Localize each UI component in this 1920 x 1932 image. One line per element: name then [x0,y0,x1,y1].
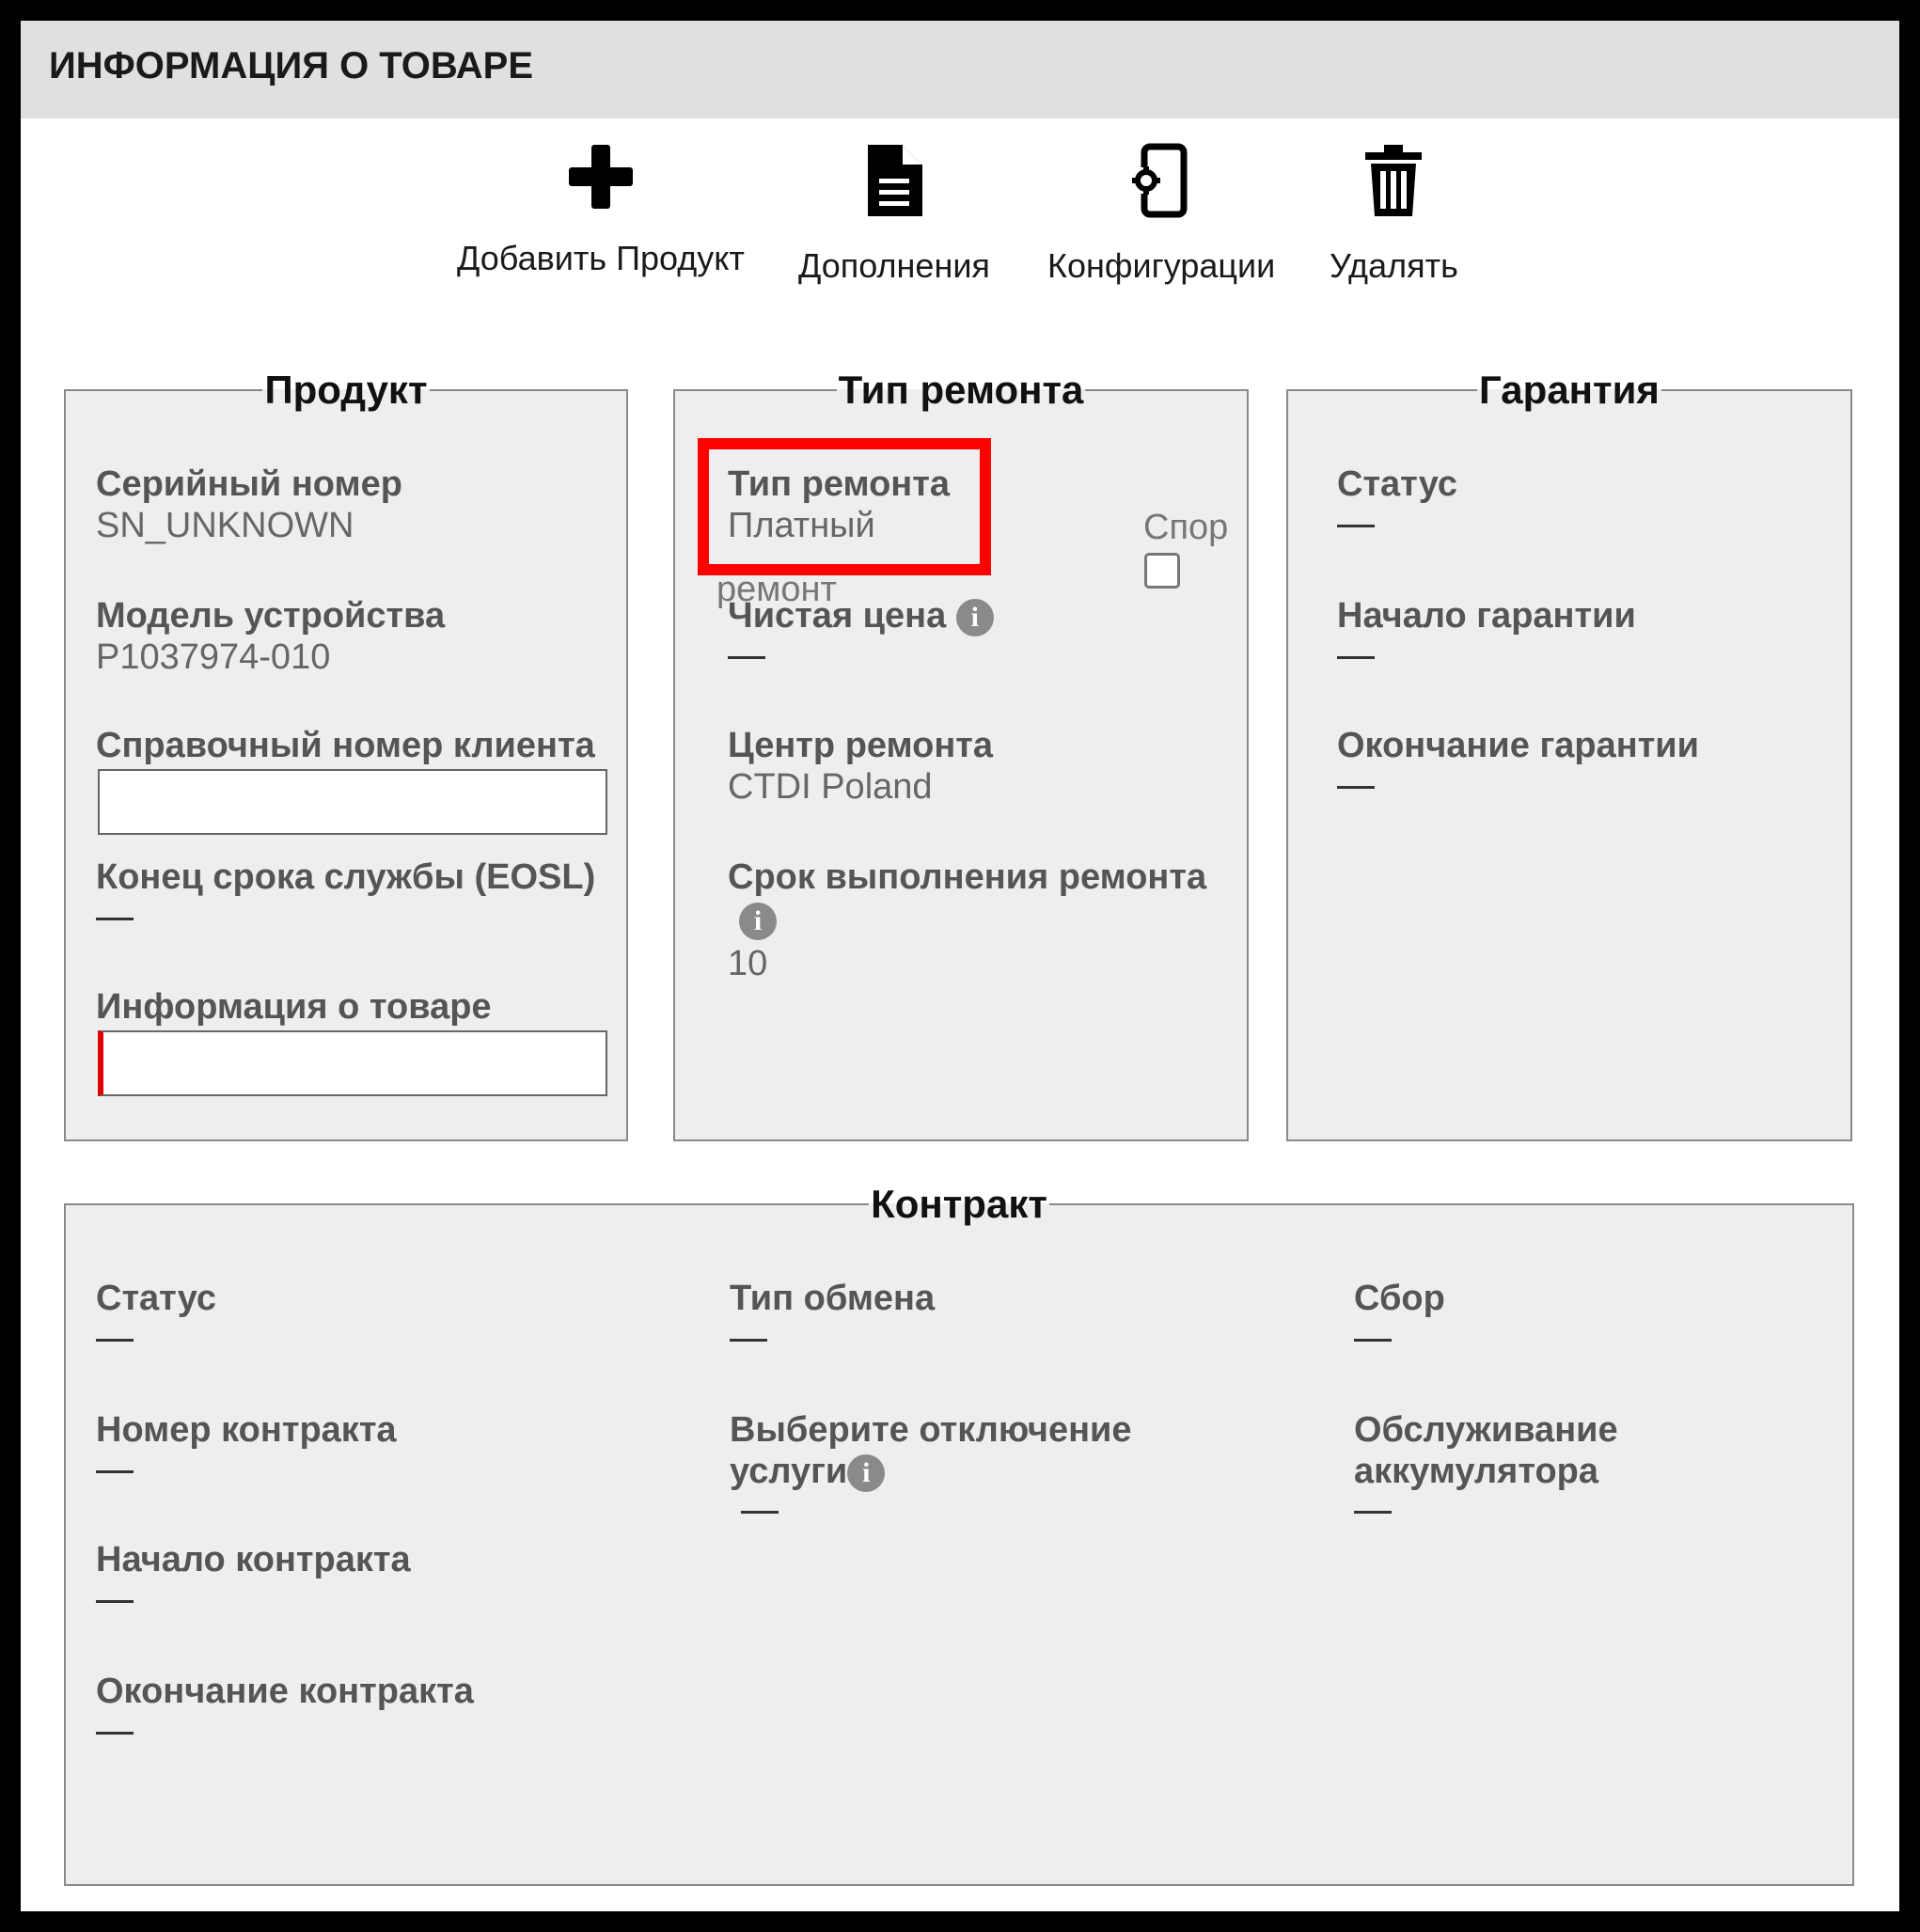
contract-status-label: Статус [96,1279,217,1318]
repair-center-field: Центр ремонта CTDI Poland [728,726,993,808]
configurations-label: Конфигурации [1047,246,1276,285]
serial-number-label: Серийный номер [96,464,402,504]
repair-type-value: Платный [728,505,875,545]
device-model-label: Модель устройства [96,596,446,636]
contract-start-label: Начало контракта [96,1540,411,1579]
plus-icon [568,145,633,209]
service-off-info-icon[interactable]: i [847,1453,886,1492]
eosl-label: Конец срока службы (EOSL) [96,857,596,897]
contract-end-field: Окончание контракта [96,1672,474,1735]
delete-button[interactable]: Удалять [1330,143,1458,286]
fee-dash [1354,1338,1392,1342]
warranty-status-label: Статус [1337,464,1458,504]
exchange-type-field: Тип обмена [730,1279,935,1342]
disputed-repair-field: Спор [1143,508,1228,549]
contract-status-field: Статус [96,1279,216,1342]
contract-number-dash [96,1469,134,1473]
disputed-repair-checkbox[interactable] [1144,553,1180,589]
contract-end-label: Окончание контракта [96,1672,474,1711]
warranty-end-field: Окончание гарантии [1337,726,1699,789]
add-product-button[interactable]: Добавить Продукт [457,143,745,278]
contract-number-label: Номер контракта [96,1410,397,1450]
warranty-start-field: Начало гарантии [1337,596,1636,659]
battery-service-field: Обслуживание аккумулятора [1354,1410,1618,1515]
contract-start-field: Начало контракта [96,1540,411,1603]
repair-type-label: Тип ремонта [728,464,950,504]
client-ref-label: Справочный номер клиента [96,726,595,765]
device-settings-icon [1132,143,1188,218]
addons-button[interactable]: Дополнения [798,143,990,286]
contract-panel: Контракт [64,1185,1854,1886]
battery-service-label-line2: аккумулятора [1354,1451,1599,1491]
repair-type-field: Тип ремонта Платный [728,464,950,547]
service-off-dash [741,1511,779,1515]
turnaround-label: Срок выполнения ремонта [728,857,1207,897]
net-price-info-icon[interactable]: i [955,598,994,636]
document-icon [867,145,922,216]
battery-service-label-line1: Обслуживание [1354,1410,1618,1450]
turnaround-info-icon[interactable]: i [739,902,777,940]
service-off-label-line1: Выберите отключение [730,1410,1132,1450]
disputed-repair-label: Спор [1143,508,1229,547]
warranty-end-dash [1337,785,1375,789]
battery-service-dash [1354,1511,1392,1515]
client-ref-field: Справочный номер клиента [96,726,595,767]
warranty-start-dash [1337,655,1375,659]
warranty-end-label: Окончание гарантии [1337,726,1700,765]
device-model-value: P1037974-010 [96,636,331,677]
net-price-value-dash [728,655,765,659]
warranty-legend: Гарантия [1479,368,1660,412]
product-info-field: Информация о товаре [96,987,492,1029]
delete-label: Удалять [1330,246,1458,285]
warranty-status-field: Статус [1337,464,1457,527]
service-off-field: Выберите отключение услуги i [730,1410,1132,1515]
exchange-type-label: Тип обмена [730,1279,936,1318]
client-ref-input[interactable] [98,769,607,835]
eosl-value-dash [96,917,134,920]
contract-end-dash [96,1731,134,1735]
device-model-field: Модель устройства P1037974-010 [96,596,445,678]
warranty-start-label: Начало гарантии [1337,596,1636,636]
serial-number-value: SN_UNKNOWN [96,505,354,545]
configurations-button[interactable]: Конфигурации [1047,143,1275,286]
turnaround-value: 10 [728,943,768,983]
product-info-window: ИНФОРМАЦИЯ О ТОВАРЕ Добавить Продукт Доп… [0,0,1920,1932]
addons-label: Дополнения [798,246,990,285]
product-legend: Продукт [264,368,428,412]
service-off-label-line2: услуги i [730,1452,1132,1493]
contract-start-dash [96,1599,134,1603]
eosl-field: Конец срока службы (EOSL) [96,857,595,920]
fee-label: Сбор [1354,1279,1445,1318]
serial-number-field: Серийный номер SN_UNKNOWN [96,464,402,546]
product-info-input[interactable] [98,1030,607,1096]
net-price-field: Чистая цена i [728,596,994,659]
page-title: ИНФОРМАЦИЯ О ТОВАРЕ [49,45,533,86]
contract-number-field: Номер контракта [96,1410,397,1473]
repair-center-value: CTDI Poland [728,766,933,807]
repair-center-label: Центр ремонта [728,726,994,765]
product-info-label: Информация о товаре [96,987,492,1027]
trash-icon [1365,145,1423,216]
contract-legend: Контракт [871,1182,1047,1226]
net-price-label: Чистая цена i [728,596,994,637]
title-bar: ИНФОРМАЦИЯ О ТОВАРЕ [21,21,1899,118]
repair-type-legend: Тип ремонта [838,368,1084,412]
warranty-status-dash [1337,524,1375,527]
add-product-label: Добавить Продукт [457,239,745,277]
contract-status-dash [96,1338,134,1342]
fee-field: Сбор [1354,1279,1445,1342]
turnaround-field: Срок выполнения ремонта i 10 [728,857,1206,984]
exchange-type-dash [730,1338,767,1342]
